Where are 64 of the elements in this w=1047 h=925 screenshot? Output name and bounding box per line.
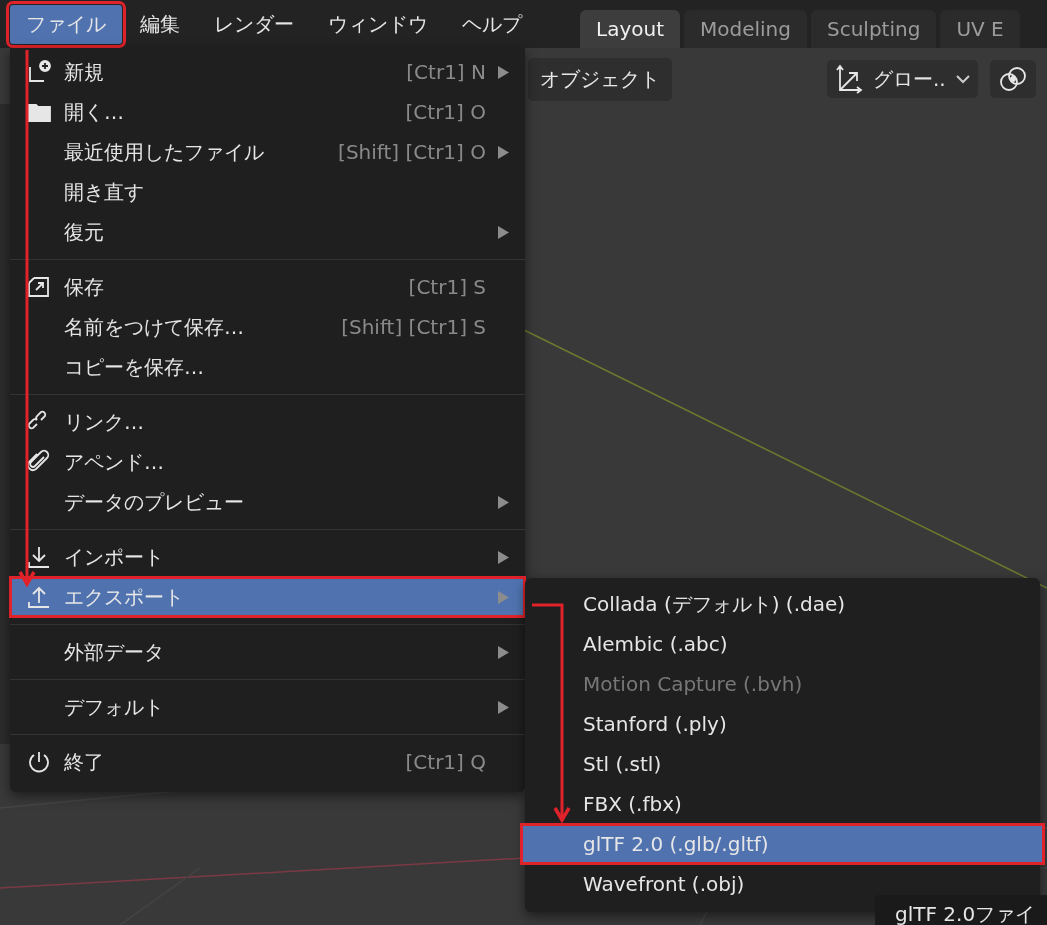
shortcut-text: [Ctr1] S: [408, 275, 486, 299]
menu-item[interactable]: リンク…: [10, 402, 525, 442]
menu-item[interactable]: Stanford (.ply): [525, 704, 1040, 744]
menu-item-label: 最近使用したファイル: [64, 138, 265, 166]
workspace-tab[interactable]: UV E: [940, 10, 1020, 48]
shortcut-text: [Ctr1] O: [405, 100, 486, 124]
menu-item[interactable]: 終了 [Ctr1] Q: [10, 742, 525, 782]
menu-item[interactable]: 外部データ: [10, 632, 525, 672]
tooltip: glTF 2.0ファイ: [875, 895, 1047, 925]
menu-bar-item[interactable]: レンダー: [198, 4, 310, 44]
menu-item[interactable]: アペンド…: [10, 442, 525, 482]
shortcut-text: [Ctr1] N: [406, 60, 486, 84]
menu-item-label: 名前をつけて保存…: [64, 313, 245, 341]
menu-item[interactable]: FBX (.fbx): [525, 784, 1040, 824]
transform-axes-icon: [835, 64, 863, 94]
shortcut-text: [Ctr1] Q: [405, 750, 486, 774]
menu-item-label: 保存: [64, 273, 105, 301]
power-icon: [26, 749, 52, 775]
menu-item-label: 復元: [64, 218, 105, 246]
import-icon: [26, 544, 52, 570]
menu-item-label: エクスポート: [64, 583, 185, 611]
menu-item-label: リンク…: [64, 408, 145, 436]
menu-item[interactable]: 復元: [10, 212, 525, 252]
new-file-icon: [26, 59, 52, 85]
menu-item[interactable]: エクスポート: [10, 577, 525, 617]
menu-item[interactable]: 保存 [Ctr1] S: [10, 267, 525, 307]
shortcut-text: [Shift] [Ctr1] S: [341, 315, 486, 339]
menu-item[interactable]: 最近使用したファイル [Shift] [Ctr1] O: [10, 132, 525, 172]
menu-item[interactable]: データのプレビュー: [10, 482, 525, 522]
menu-item-label: 終了: [64, 748, 105, 776]
menu-item-label: データのプレビュー: [64, 488, 245, 516]
menu-item[interactable]: 新規 [Ctr1] N: [10, 52, 525, 92]
menu-item-label: 新規: [64, 58, 105, 86]
shortcut-text: [Shift] [Ctr1] O: [338, 140, 486, 164]
menu-item[interactable]: コピーを保存…: [10, 347, 525, 387]
menu-item-label: 開く…: [64, 98, 125, 126]
menu-item[interactable]: 開く… [Ctr1] O: [10, 92, 525, 132]
export-icon: [26, 584, 52, 610]
menu-item-label: コピーを保存…: [64, 353, 205, 381]
menu-item[interactable]: Collada (デフォルト) (.dae): [525, 584, 1040, 624]
workspace-tab[interactable]: Modeling: [684, 10, 807, 48]
menu-bar-item[interactable]: 編集: [124, 4, 196, 44]
menu-item[interactable]: glTF 2.0 (.glb/.gltf): [521, 824, 1044, 864]
snap-dropdown[interactable]: [989, 60, 1036, 98]
orientation-dropdown[interactable]: グロー..: [827, 60, 978, 98]
menu-bar-item[interactable]: ヘルプ: [446, 4, 538, 44]
menu-item-label: 外部データ: [64, 638, 165, 666]
workspace-tab[interactable]: Layout: [580, 10, 680, 48]
menu-item[interactable]: 開き直す: [10, 172, 525, 212]
menu-item[interactable]: インポート: [10, 537, 525, 577]
menu-item-label: 開き直す: [64, 178, 145, 206]
menu-bar-item[interactable]: ウィンドウ: [312, 4, 444, 44]
menu-item-label: デフォルト: [64, 693, 165, 721]
chevron-icon: [955, 74, 970, 84]
menu-item[interactable]: Stl (.stl): [525, 744, 1040, 784]
menu-item-label: インポート: [64, 543, 165, 571]
menu-item[interactable]: 名前をつけて保存… [Shift] [Ctr1] S: [10, 307, 525, 347]
menu-item-label: アペンド…: [64, 448, 165, 476]
menu-item[interactable]: Alembic (.abc): [525, 624, 1040, 664]
save-icon: [26, 274, 52, 300]
mode-button[interactable]: オブジェクト: [528, 57, 672, 101]
workspace-tab[interactable]: Sculpting: [811, 10, 937, 48]
link-circles-icon: [997, 64, 1028, 94]
menu-item[interactable]: デフォルト: [10, 687, 525, 727]
